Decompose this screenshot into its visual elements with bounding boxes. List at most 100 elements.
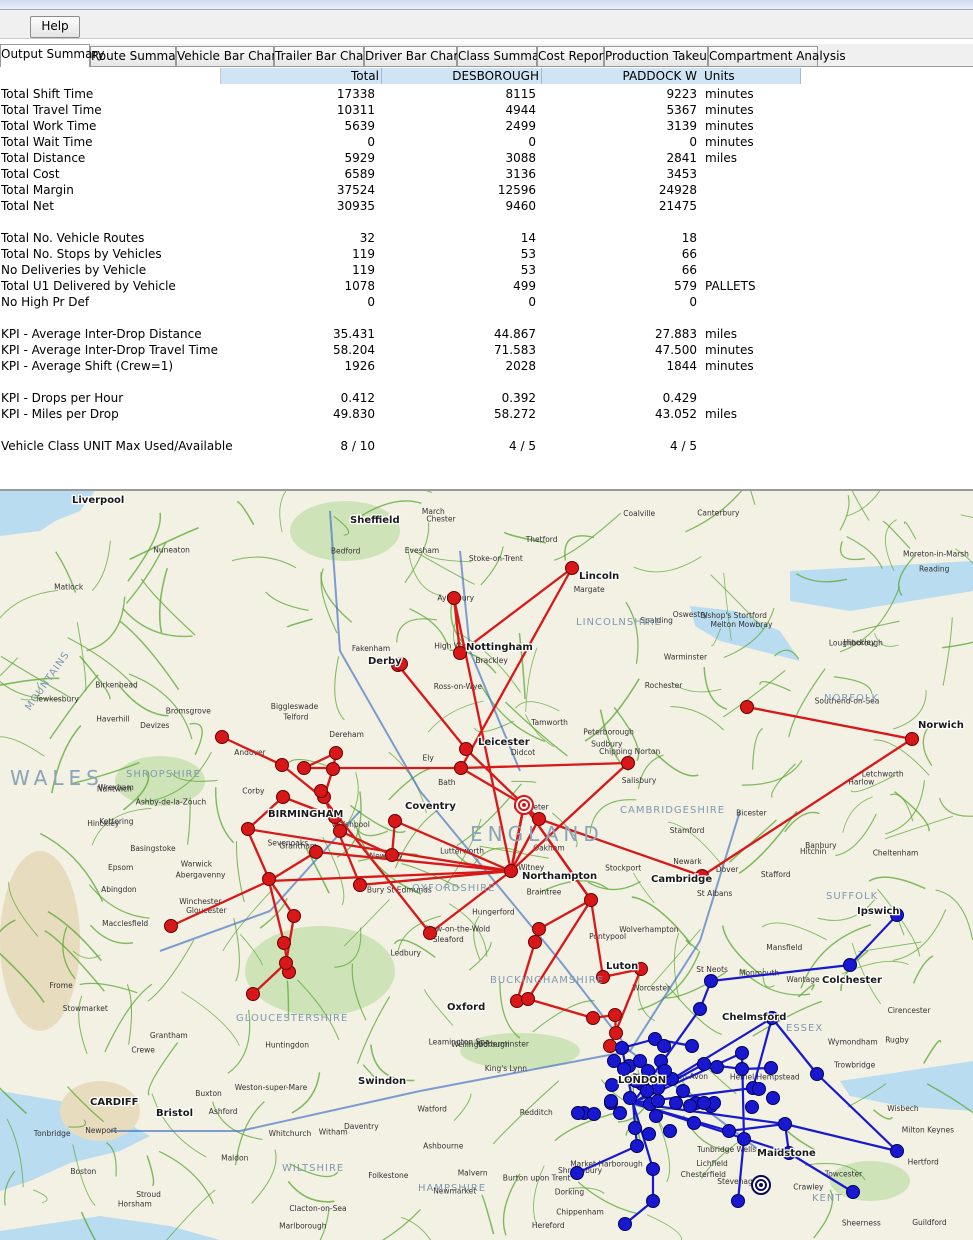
town-label: Ashford bbox=[209, 1107, 238, 1116]
header-desborough-label: DESBOROUGH bbox=[452, 69, 539, 83]
stop-paddock bbox=[646, 1162, 660, 1176]
row-desborough: 4944 bbox=[505, 103, 536, 117]
row-desborough: 53 bbox=[520, 247, 536, 261]
tab-production-takeup[interactable]: Production Takeup bbox=[604, 46, 714, 66]
summary-row[interactable]: Total Work Time 5639 2499 3139 minutes bbox=[0, 118, 973, 134]
summary-row[interactable]: Vehicle Class UNIT Max Used/Available 8 /… bbox=[0, 438, 973, 454]
stop-paddock bbox=[623, 1091, 637, 1105]
town-label: Worcester bbox=[632, 984, 671, 993]
stop-paddock bbox=[571, 1106, 585, 1120]
row-label: Vehicle Class UNIT Max Used/Available bbox=[1, 439, 233, 453]
tab-driver-bar-charts[interactable]: Driver Bar Charts bbox=[364, 46, 469, 66]
tab-vehicle-bar-charts[interactable]: Vehicle Bar Charts bbox=[176, 46, 287, 66]
town-label: Milton Keynes bbox=[902, 1125, 954, 1134]
row-paddock: 18 bbox=[681, 231, 697, 245]
tab-output-summary[interactable]: Output Summary bbox=[0, 44, 105, 67]
town-label: Lichfield bbox=[697, 1159, 729, 1168]
summary-row[interactable]: Total No. Stops by Vehicles 119 53 66 bbox=[0, 246, 973, 262]
row-label: No Deliveries by Vehicle bbox=[1, 263, 147, 277]
tab-class-summary[interactable]: Class Summary bbox=[457, 46, 551, 66]
town-label: Brackley bbox=[475, 656, 508, 665]
stop-desborough bbox=[459, 742, 473, 756]
route-map-canvas[interactable]: BirkenheadStockportChesterfieldMansfield… bbox=[0, 491, 973, 1240]
town-label: Cirencester bbox=[888, 1006, 932, 1015]
row-paddock: 579 bbox=[674, 279, 697, 293]
stop-desborough bbox=[277, 936, 291, 950]
town-label: Hinckley bbox=[843, 638, 876, 647]
stop-paddock bbox=[693, 1002, 707, 1016]
row-desborough: 53 bbox=[520, 263, 536, 277]
place-label: Luton bbox=[606, 961, 638, 972]
summary-row[interactable]: No Deliveries by Vehicle 119 53 66 bbox=[0, 262, 973, 278]
town-label: Devizes bbox=[140, 721, 169, 730]
town-label: Witham bbox=[319, 1127, 348, 1136]
tab-trailer-bar-charts[interactable]: Trailer Bar Charts bbox=[274, 46, 379, 66]
place-label: Maidstone bbox=[757, 1148, 816, 1159]
row-paddock: 0 bbox=[689, 135, 697, 149]
town-label: Canterbury bbox=[697, 509, 740, 518]
header-desborough[interactable]: DESBOROUGH bbox=[382, 68, 542, 84]
town-label: Oswestry bbox=[673, 610, 708, 619]
summary-row[interactable]: KPI - Drops per Hour 0.412 0.392 0.429 bbox=[0, 390, 973, 406]
stop-desborough bbox=[279, 956, 293, 970]
row-label: No High Pr Def bbox=[1, 295, 90, 309]
tab-bar: Output Summary Route Summary Vehicle Bar C… bbox=[0, 44, 973, 67]
header-units[interactable]: Units bbox=[701, 68, 801, 84]
summary-row[interactable]: KPI - Average Inter-Drop Travel Time 58.2… bbox=[0, 342, 973, 358]
row-paddock: 3453 bbox=[666, 167, 697, 181]
town-label: Stamford bbox=[670, 826, 705, 835]
row-desborough: 44.867 bbox=[494, 327, 536, 341]
park-area bbox=[245, 926, 395, 1016]
row-label: KPI - Miles per Drop bbox=[1, 407, 119, 421]
row-desborough: 2499 bbox=[505, 119, 536, 133]
tab-cost-report[interactable]: Cost Report bbox=[537, 46, 608, 66]
summary-row[interactable]: Total Travel Time 10311 4944 5367 minutes bbox=[0, 102, 973, 118]
summary-row[interactable]: Total Distance 5929 3088 2841 miles bbox=[0, 150, 973, 166]
summary-row[interactable]: Total Wait Time 0 0 0 minutes bbox=[0, 134, 973, 150]
help-button[interactable]: Help bbox=[30, 16, 80, 38]
summary-row[interactable]: Total U1 Delivered by Vehicle 1078 499 579 P… bbox=[0, 278, 973, 294]
row-units: miles bbox=[705, 327, 737, 341]
summary-row[interactable]: Total Cost 6589 3136 3453 bbox=[0, 166, 973, 182]
summary-row[interactable]: No High Pr Def 0 0 0 bbox=[0, 294, 973, 310]
town-label: Watford bbox=[418, 1105, 448, 1114]
stop-desborough bbox=[326, 762, 340, 776]
header-paddock[interactable]: PADDOCK W bbox=[542, 68, 702, 84]
stop-paddock bbox=[710, 1060, 724, 1074]
stop-desborough bbox=[454, 761, 468, 775]
town-label: Redditch bbox=[520, 1108, 553, 1117]
summary-row[interactable]: KPI - Miles per Drop 49.830 58.272 43.052 mi… bbox=[0, 406, 973, 422]
town-label: Telford bbox=[283, 713, 309, 722]
target-icon bbox=[759, 1183, 763, 1187]
row-label: Total No. Stops by Vehicles bbox=[1, 247, 162, 261]
town-label: Tunbridge Wells bbox=[696, 1145, 756, 1154]
stop-paddock bbox=[764, 1061, 778, 1075]
row-total: 1078 bbox=[344, 279, 375, 293]
header-total[interactable]: Total bbox=[221, 68, 382, 84]
summary-row[interactable]: Total Margin 37524 12596 24928 bbox=[0, 182, 973, 198]
row-units: minutes bbox=[705, 135, 754, 149]
summary-row[interactable]: KPI - Average Shift (Crew=1) 1926 2028 1844… bbox=[0, 358, 973, 374]
route-map[interactable]: Birkenhead Stockport Chesterfield Mansfield… bbox=[0, 491, 973, 1240]
town-label: Bicester bbox=[736, 809, 767, 818]
stop-desborough bbox=[584, 893, 598, 907]
stop-paddock bbox=[663, 1124, 677, 1138]
town-label: Guildford bbox=[912, 1218, 947, 1227]
summary-row[interactable]: Total Net 30935 9460 21475 bbox=[0, 198, 973, 214]
row-paddock: 27.883 bbox=[655, 327, 697, 341]
town-label: Chippenham bbox=[556, 1208, 604, 1217]
row-total: 58.204 bbox=[333, 343, 375, 357]
row-desborough: 0 bbox=[528, 135, 536, 149]
town-label: Bromsgrove bbox=[166, 706, 212, 715]
summary-row[interactable]: Total Shift Time 17338 8115 9223 minutes bbox=[0, 86, 973, 102]
tab-compartment-analysis[interactable]: Compartment Analysis bbox=[708, 46, 846, 66]
row-paddock: 9223 bbox=[666, 87, 697, 101]
region-label: NORFOLK bbox=[824, 693, 879, 704]
town-label: Ledbury bbox=[391, 949, 422, 958]
stop-paddock bbox=[570, 1166, 584, 1180]
summary-row[interactable]: Total No. Vehicle Routes 32 14 18 bbox=[0, 230, 973, 246]
row-units: minutes bbox=[705, 343, 754, 357]
summary-row[interactable]: KPI - Average Inter-Drop Distance 35.431 4… bbox=[0, 326, 973, 342]
town-label: Braintree bbox=[527, 887, 562, 896]
town-label: Sleaford bbox=[433, 935, 464, 944]
